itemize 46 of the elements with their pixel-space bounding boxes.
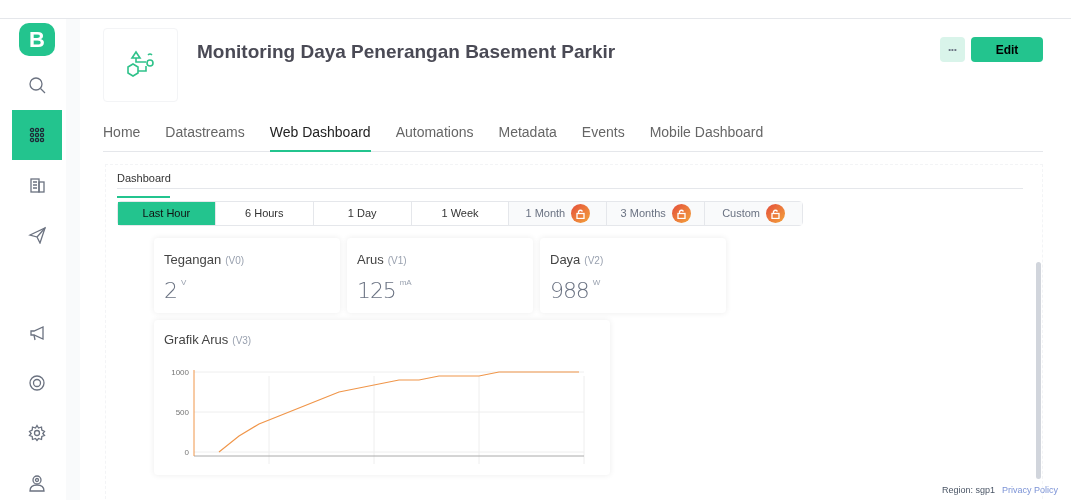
unit-label: V [180, 276, 187, 289]
tab[interactable]: Metadata [498, 122, 557, 152]
lock-icon [671, 204, 691, 223]
widget-title: Tegangan [164, 251, 222, 269]
lock-icon [571, 204, 591, 223]
widget-value: 2 [164, 276, 177, 305]
edit-button[interactable]: Edit [971, 37, 1043, 62]
device-title: Monitoring Daya Penerangan Basement Parkir [197, 40, 617, 64]
y-tick-label: 500 [175, 407, 189, 417]
pin-label: (V3) [232, 334, 252, 348]
widget-value: 988 [550, 276, 589, 305]
pin-label: (V2) [584, 254, 604, 268]
tab[interactable]: Datastreams [165, 122, 245, 152]
building-icon [28, 176, 46, 194]
more-button[interactable]: ••• [940, 37, 965, 62]
y-tick-label: 1000 [171, 367, 189, 377]
privacy-link[interactable]: Privacy Policy [1002, 483, 1058, 497]
lock-icon [766, 204, 786, 223]
widget-title: Arus [357, 251, 384, 269]
megaphone-icon [28, 324, 46, 342]
tab[interactable]: Web Dashboard [269, 122, 371, 152]
settings-icon [28, 424, 46, 442]
dashboard-tab[interactable]: Dashboard [117, 174, 170, 198]
time-range-button[interactable]: Last Hour [118, 202, 215, 225]
send-icon [28, 226, 46, 244]
lifebuoy-icon [28, 374, 46, 392]
widget-title: Daya [550, 251, 581, 269]
unit-label: mA [399, 276, 412, 289]
widget-value: 125 [357, 276, 396, 305]
y-tick-label: 0 [184, 447, 189, 457]
pin-label: (V1) [387, 254, 407, 268]
widget-title: Grafik Arus [164, 331, 229, 349]
user-icon [28, 474, 46, 492]
tab[interactable]: Events [581, 122, 625, 152]
pin-label: (V0) [225, 254, 245, 268]
time-range-button[interactable]: Custom [704, 202, 802, 225]
search-icon [28, 76, 46, 94]
sidebar-item[interactable] [12, 110, 62, 160]
region-label: Region: sgp1 [941, 483, 995, 497]
unit-label: W [592, 276, 601, 289]
grid-icon [28, 126, 46, 144]
time-range-button[interactable]: 3 Months [606, 202, 705, 225]
time-range-button[interactable]: 1 Month [508, 202, 607, 225]
tab[interactable]: Mobile Dashboard [649, 122, 764, 152]
tab[interactable]: Home [103, 122, 141, 152]
tab[interactable]: Automations [395, 122, 474, 152]
